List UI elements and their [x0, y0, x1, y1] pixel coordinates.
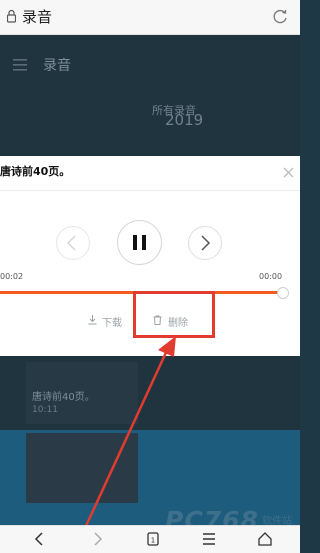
highlight-box: [133, 291, 215, 338]
svg-text:1: 1: [151, 537, 155, 545]
page-title: 录音: [22, 8, 53, 26]
tabs-icon[interactable]: 1: [145, 531, 161, 547]
year-label: 2019: [165, 111, 204, 129]
app-title: 录音: [43, 58, 71, 74]
forward-icon[interactable]: [89, 531, 105, 547]
previous-button[interactable]: [56, 226, 90, 260]
recording-card-title: 唐诗前40页。: [32, 392, 95, 403]
progress-knob[interactable]: [277, 287, 289, 299]
home-icon[interactable]: [257, 531, 273, 547]
menu-icon[interactable]: [13, 59, 27, 71]
next-button[interactable]: [188, 226, 222, 260]
close-icon[interactable]: [283, 167, 294, 178]
total-time: 00:00: [259, 272, 283, 281]
current-time: 00:02: [0, 272, 24, 281]
chevron-right-icon: [201, 235, 211, 251]
back-icon[interactable]: [32, 531, 48, 547]
recording-card-time: 10:11: [32, 405, 58, 415]
menu-icon[interactable]: [201, 531, 217, 547]
lock-icon: [7, 9, 16, 23]
pause-button[interactable]: [117, 220, 162, 265]
reload-icon[interactable]: [272, 8, 289, 25]
recording-card[interactable]: [26, 433, 138, 503]
divider: [0, 190, 300, 191]
chevron-left-icon: [66, 235, 76, 251]
pause-icon: [133, 235, 146, 250]
download-icon: [88, 315, 97, 325]
download-label[interactable]: 下载: [102, 314, 122, 329]
recording-title: 唐诗前40页。: [0, 165, 71, 178]
